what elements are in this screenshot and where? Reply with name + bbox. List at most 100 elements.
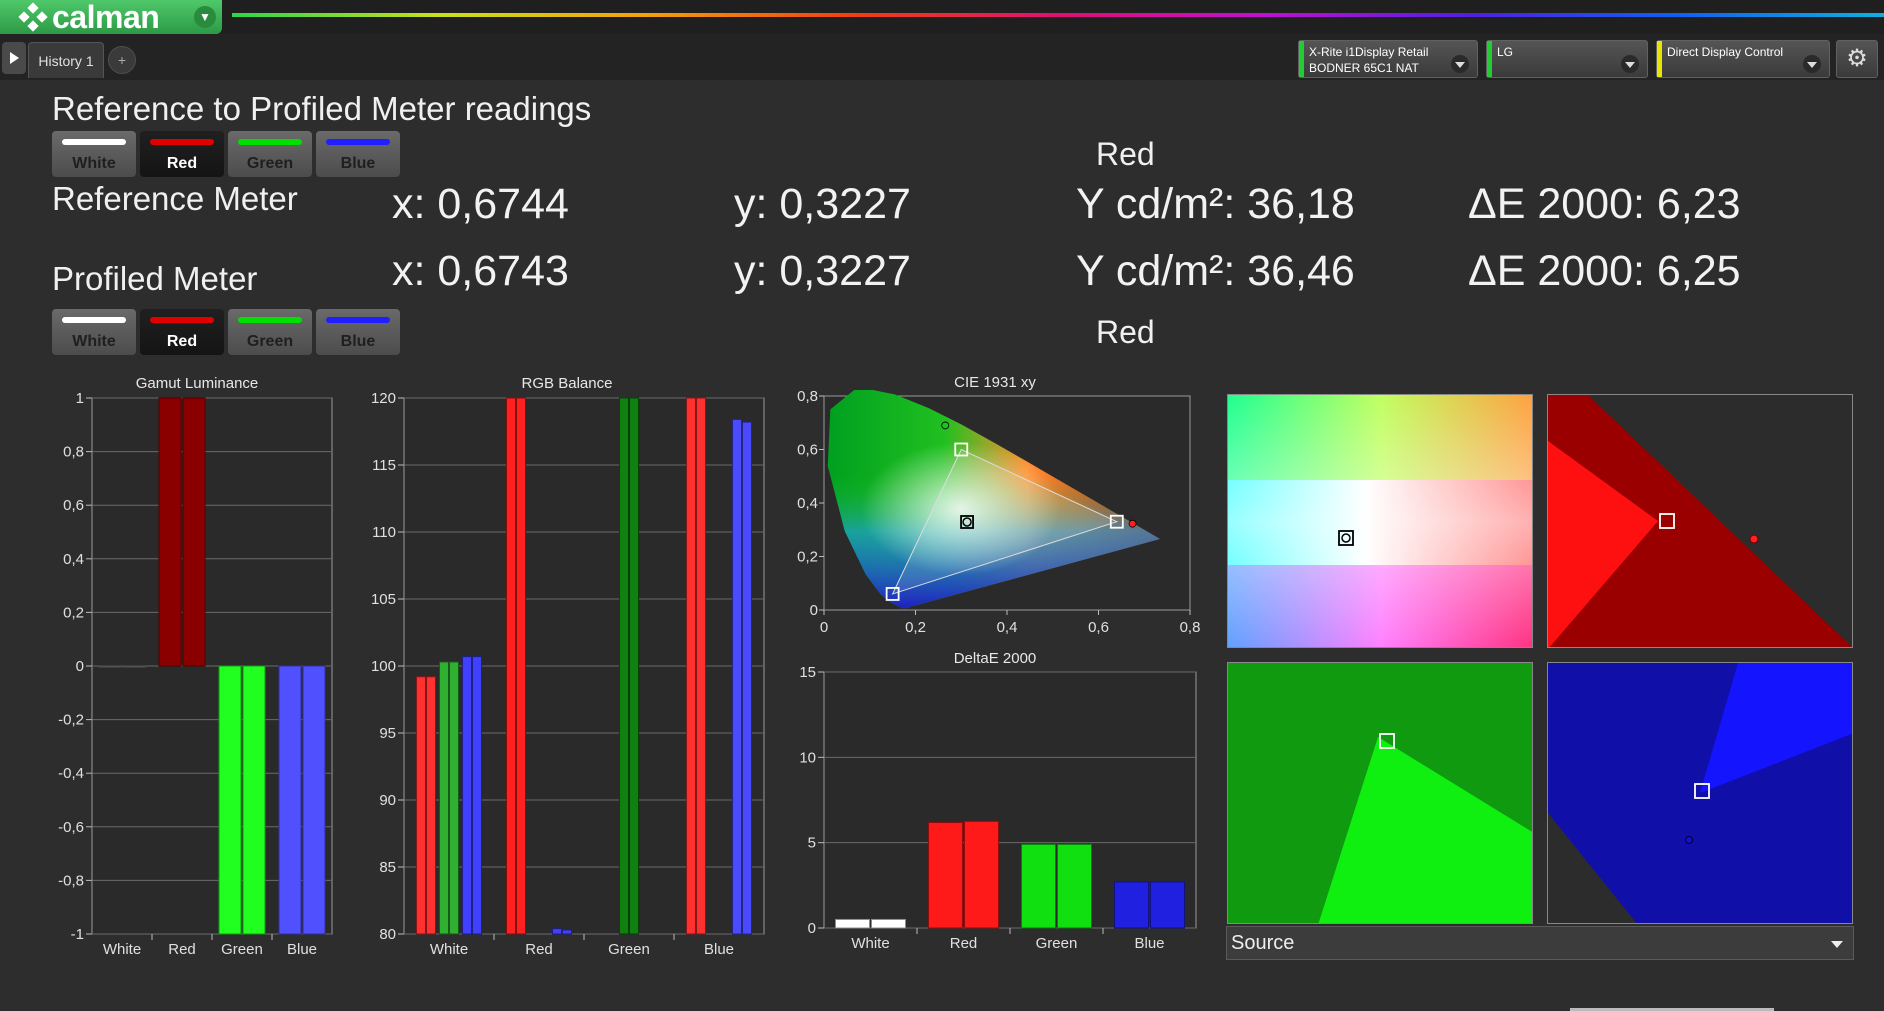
chevron-down-icon[interactable] (1621, 55, 1639, 73)
y-tick-label: 80 (379, 926, 396, 943)
bar-white (416, 676, 426, 935)
play-icon[interactable] (2, 42, 26, 74)
y-tick-label: 110 (372, 524, 396, 541)
x-tick-label: 0,8 (1180, 619, 1200, 636)
bar-red (562, 929, 572, 935)
logo-text: calman (52, 0, 160, 35)
deltae-chart: 15 10 5 0 White Red Green Blue (799, 664, 1197, 952)
x-tick-label: Green (608, 941, 650, 958)
bar-blue (732, 418, 742, 935)
x-tick-label: Blue (704, 941, 734, 958)
y-tick-label: 15 (799, 664, 816, 681)
meter-name: X-Rite i1Display Retail (1309, 45, 1429, 59)
swatch-blue[interactable]: Blue (316, 131, 400, 177)
y-tick-label: -0,4 (58, 765, 84, 782)
x-tick-label: 0,4 (997, 619, 1018, 636)
bar-blue (278, 665, 302, 935)
bar-red (552, 928, 562, 935)
swatch-green[interactable]: Green (228, 131, 312, 177)
display-device-selector[interactable]: LG (1486, 40, 1648, 78)
calman-logo-icon (18, 2, 48, 32)
display-status-stripe (1487, 41, 1492, 77)
red-measured-marker (1749, 534, 1759, 544)
profiled-delta-e: ΔE 2000: 6,25 (1468, 247, 1741, 295)
y-tick-label: 0 (808, 920, 816, 937)
y-tick-label: 10 (799, 749, 816, 766)
bar-red (182, 397, 206, 667)
profiled-y: y: 0,3227 (734, 247, 911, 295)
reference-swatch-row: White Red Green Blue (52, 131, 400, 177)
tab-history-1[interactable]: History 1 (28, 42, 104, 78)
x-tick-label: Red (525, 941, 553, 958)
chart-title-cie: CIE 1931 xy (954, 374, 1036, 391)
bar-white (462, 656, 472, 935)
blue-measured-marker (1685, 836, 1693, 844)
top-bar: calman ▼ (0, 0, 1884, 34)
measured-red (1128, 519, 1137, 528)
bar-blue (302, 665, 326, 935)
bar-blue (1150, 881, 1185, 929)
bar-green (218, 665, 242, 935)
y-tick-label: 0,8 (63, 444, 84, 461)
swatch-red[interactable]: Red (140, 309, 224, 355)
rainbow-bar (232, 13, 1884, 17)
profiled-x: x: 0,6743 (392, 247, 569, 295)
add-tab-button[interactable]: + (108, 46, 136, 74)
calman-logo[interactable]: calman ▼ (0, 0, 222, 34)
source-select[interactable]: Source (1226, 926, 1854, 960)
chevron-down-icon[interactable]: ▼ (194, 6, 216, 28)
x-tick-label: 0,2 (905, 619, 926, 636)
bar-red (964, 820, 999, 929)
y-tick-label: 0 (76, 658, 84, 675)
x-tick-label: White (851, 935, 889, 952)
bar-white (426, 676, 436, 935)
blue-gamut-view (1547, 662, 1853, 924)
y-tick-label: 0,4 (63, 551, 84, 568)
profiled-luminance: Y cd/m²: 36,46 (1076, 247, 1355, 295)
y-tick-label: -1 (71, 926, 84, 943)
swatch-white[interactable]: White (52, 309, 136, 355)
bar-blue (1114, 881, 1149, 929)
y-tick-label: 0,2 (797, 549, 818, 566)
y-tick-label: 115 (372, 457, 396, 474)
bar-white (439, 661, 449, 935)
source-device-selector[interactable]: Direct Display Control (1656, 40, 1830, 78)
green-gamut-view (1227, 662, 1533, 924)
bar-green (1057, 843, 1092, 929)
chevron-down-icon[interactable] (1451, 55, 1469, 73)
profiled-swatch-row: White Red Green Blue (52, 309, 400, 355)
bar-white (449, 661, 459, 935)
x-tick-label: White (430, 941, 468, 958)
meter-device-selector[interactable]: X-Rite i1Display Retail BODNER 65C1 NAT (1298, 40, 1478, 78)
bar-white (98, 665, 122, 668)
swatch-red[interactable]: Red (140, 131, 224, 177)
x-tick-label: Red (168, 941, 196, 958)
bar-blue (686, 397, 696, 935)
swatch-green[interactable]: Green (228, 309, 312, 355)
bar-green (242, 665, 266, 935)
x-tick-label: Red (950, 935, 978, 952)
bar-white (871, 918, 906, 929)
x-tick-label: Blue (1134, 935, 1164, 952)
bar-green (619, 397, 629, 935)
source-status-stripe (1657, 41, 1662, 77)
panel-title: Reference to Profiled Meter readings (52, 90, 592, 127)
gear-icon[interactable]: ⚙ (1836, 40, 1878, 78)
bar-red (516, 397, 526, 935)
y-tick-label: 0,6 (63, 497, 84, 514)
y-tick-label: 105 (371, 591, 396, 608)
y-tick-label: 0,4 (797, 495, 818, 512)
y-tick-label: 120 (371, 390, 396, 407)
y-tick-label: 5 (808, 835, 816, 852)
reference-y: y: 0,3227 (734, 180, 911, 228)
color-name-bottom: Red (1096, 314, 1155, 350)
bar-red (928, 822, 963, 929)
bar-green (629, 397, 639, 935)
meter-status-stripe (1299, 41, 1304, 77)
swatch-white[interactable]: White (52, 131, 136, 177)
swatch-blue[interactable]: Blue (316, 309, 400, 355)
chevron-down-icon[interactable] (1803, 55, 1821, 73)
x-tick-label: Green (221, 941, 263, 958)
bar-red (506, 397, 516, 935)
white-gamut-view (1227, 394, 1533, 648)
